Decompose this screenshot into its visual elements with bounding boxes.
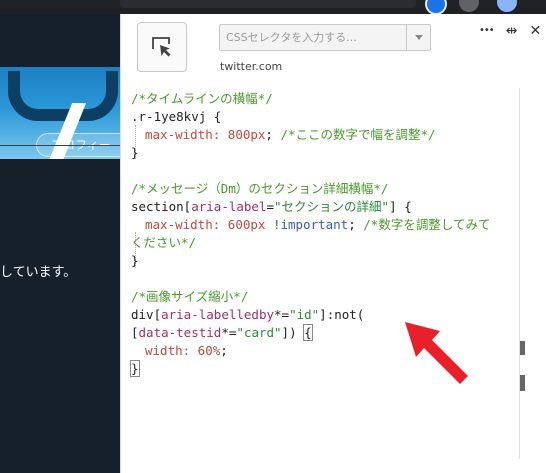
code-line: /*メッセージ（Dm）のセクション詳細横幅*/ [131,181,389,196]
extension-icon[interactable] [459,0,479,12]
code-line: } [130,360,140,377]
code-line: max-width: 800px; /*ここの数字で幅を調整*/ [145,127,436,142]
element-picker-button[interactable] [137,22,187,72]
code-line: ください*/ [131,235,197,250]
address-bar[interactable] [120,0,416,8]
code-line: div[aria-labelledby*="id"]:not( [131,307,365,322]
cursor-select-icon [152,37,171,57]
scrollbar-marker [520,341,525,355]
editor-scrollbar[interactable] [519,88,527,459]
profile-bio-text: しています。 [0,265,77,280]
extension-icon[interactable] [497,0,517,12]
code-line: } [131,253,139,268]
code-line: /*画像サイズ縮小*/ [131,289,249,304]
panel-controls: ••• ⇹ ✕ [479,23,541,39]
chevron-down-icon [414,35,423,40]
code-line: [data-testid*="card"]) { [131,324,313,341]
more-options-icon[interactable]: ••• [479,23,495,39]
scrollbar-marker [520,375,525,391]
code-line: max-width: 600px !important; /*数字を調整してみて [145,217,491,232]
code-line: width: 60%; [145,343,228,358]
code-line: section[aria-label="セクションの詳細"] { [131,199,412,214]
code-line: } [131,145,139,160]
css-selector-combobox[interactable] [219,24,431,51]
domain-label: twitter.com [220,60,283,73]
close-icon[interactable]: ✕ [529,23,541,39]
code-line: /*タイムラインの横幅*/ [131,91,273,106]
css-selector-input[interactable] [220,25,406,50]
banner-graphic [8,71,118,121]
resize-panel-icon[interactable]: ⇹ [506,23,518,39]
browser-top-bar [0,0,546,15]
divider [0,145,120,146]
red-arrow-annotation-icon [405,322,468,384]
selector-dropdown-button[interactable] [406,25,430,50]
extension-icon[interactable] [425,0,447,15]
stylus-panel: twitter.com ••• ⇹ ✕ /*タイムラインの横幅*/ .r-1ye… [120,14,546,473]
css-code-editor[interactable]: /*タイムラインの横幅*/ .r-1ye8kvj { max-width: 80… [121,88,518,459]
twitter-page: プロフィー しています。 [0,14,120,473]
code-line: .r-1ye8kvj { [131,109,222,124]
